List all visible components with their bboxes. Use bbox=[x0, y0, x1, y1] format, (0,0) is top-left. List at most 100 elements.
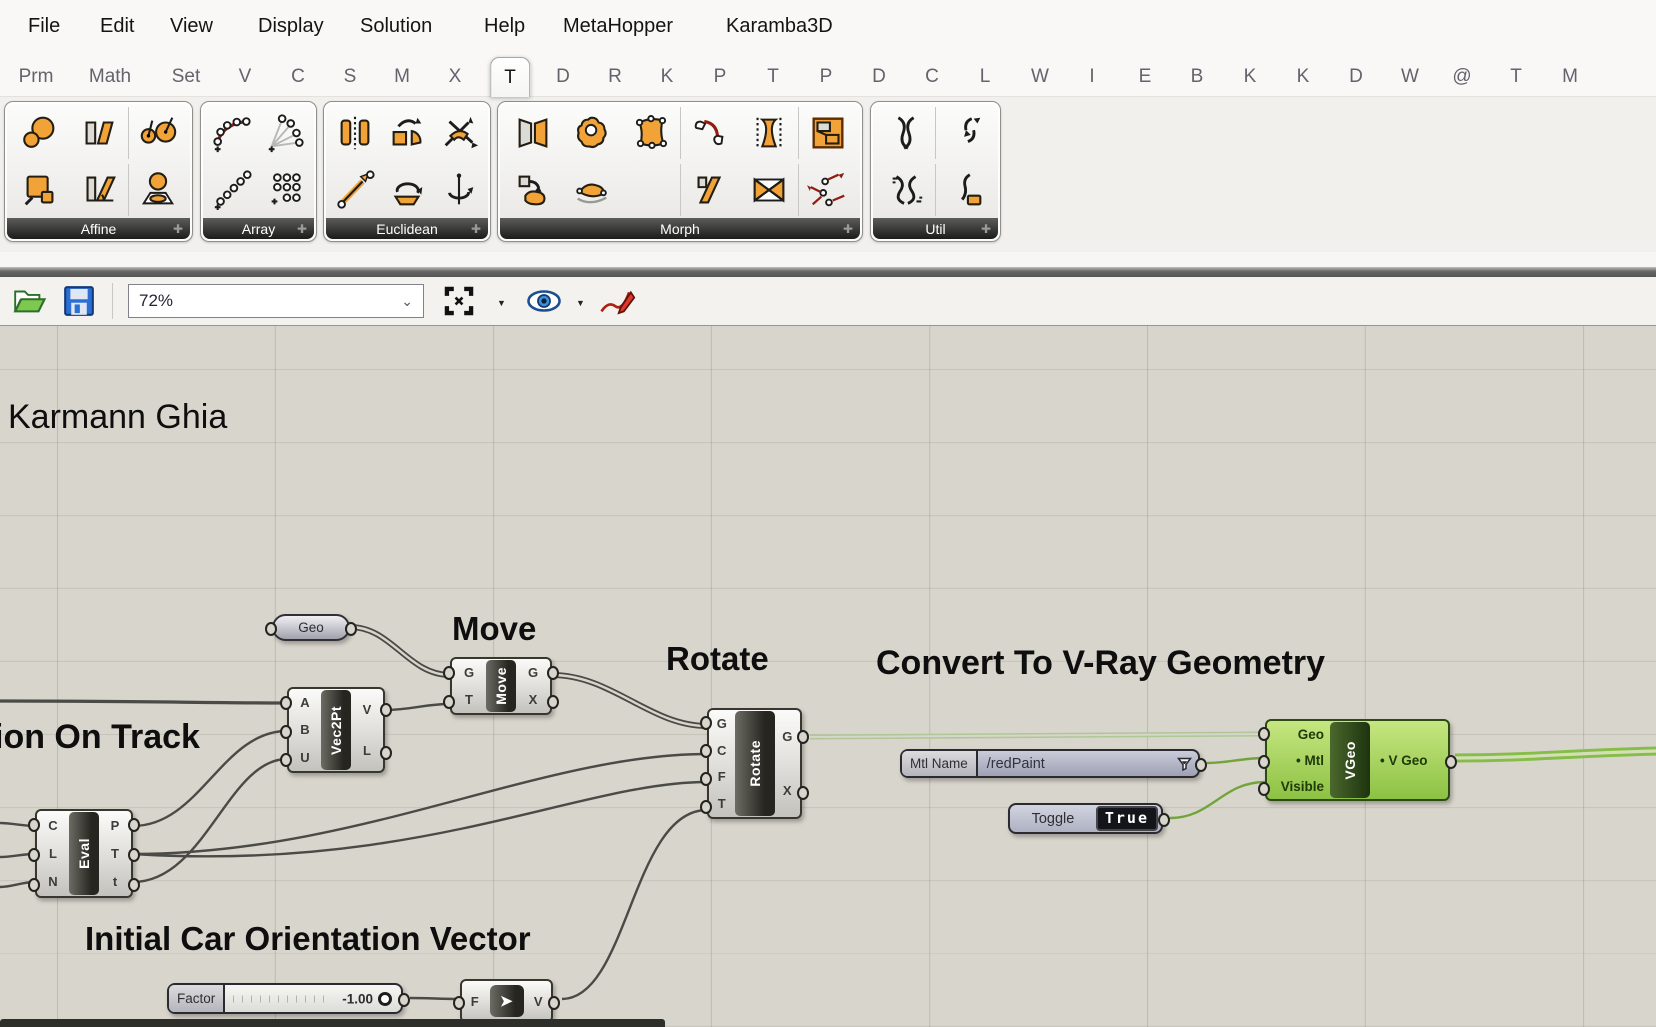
output-nub-X[interactable] bbox=[797, 786, 809, 800]
menu-karamba3d[interactable]: Karamba3D bbox=[726, 15, 833, 38]
move-component[interactable]: GTMoveGX bbox=[450, 657, 552, 715]
transform-icon[interactable] bbox=[433, 107, 485, 159]
tab-set-2[interactable]: Set bbox=[172, 57, 201, 96]
tab-v-3[interactable]: V bbox=[239, 57, 252, 96]
group-expand-icon[interactable]: ✚ bbox=[843, 222, 853, 236]
zoom-dropdown-icon[interactable]: ▼ bbox=[497, 298, 506, 308]
filter-funnel-icon[interactable] bbox=[1177, 757, 1192, 771]
splop-icon[interactable] bbox=[503, 164, 562, 216]
bend-icon[interactable] bbox=[503, 107, 562, 159]
rotate-component[interactable]: GCFTRotateGX bbox=[707, 708, 802, 819]
freeform-morph-icon[interactable] bbox=[621, 107, 680, 159]
tab-w-18[interactable]: W bbox=[1031, 57, 1049, 96]
tab-d-9[interactable]: D bbox=[556, 57, 570, 96]
toggle-value[interactable]: True bbox=[1096, 806, 1158, 831]
output-nub-T[interactable] bbox=[128, 848, 140, 862]
input-nub-A[interactable] bbox=[280, 696, 292, 710]
tab-b-21[interactable]: B bbox=[1191, 57, 1204, 96]
sketch-pen-icon[interactable] bbox=[596, 282, 638, 325]
menu-metahopper[interactable]: MetaHopper bbox=[563, 15, 673, 38]
group-expand-icon[interactable]: ✚ bbox=[471, 222, 481, 236]
input-nub-U[interactable] bbox=[280, 753, 292, 767]
save-file-icon[interactable] bbox=[60, 282, 98, 325]
point-deform-icon[interactable] bbox=[798, 164, 858, 216]
output-nub-G[interactable] bbox=[797, 730, 809, 744]
chevron-down-icon[interactable]: ⌄ bbox=[401, 285, 413, 317]
menu-help[interactable]: Help bbox=[484, 15, 525, 38]
menu-display[interactable]: Display bbox=[258, 15, 324, 38]
component-name-bar[interactable]: Move bbox=[486, 660, 516, 712]
menu-edit[interactable]: Edit bbox=[100, 15, 134, 38]
tab-c-16[interactable]: C bbox=[925, 57, 939, 96]
input-nub-Visible[interactable] bbox=[1258, 782, 1270, 796]
group-expand-icon[interactable]: ✚ bbox=[297, 222, 307, 236]
eval-component[interactable]: CLNEvalPTt bbox=[35, 809, 133, 898]
output-nub-P[interactable] bbox=[128, 818, 140, 832]
tab-l-17[interactable]: L bbox=[980, 57, 991, 96]
input-nub[interactable] bbox=[265, 622, 277, 636]
vec2pt-component[interactable]: ABUVec2PtVL bbox=[287, 687, 385, 773]
rect-array-icon[interactable] bbox=[259, 164, 312, 216]
rotate-axis-icon[interactable] bbox=[433, 164, 485, 216]
component-name-bar[interactable]: Eval bbox=[69, 812, 99, 895]
zoom-level-combo[interactable]: 72% ⌄ bbox=[128, 284, 424, 318]
input-nub-G[interactable] bbox=[443, 666, 455, 680]
curve-array-icon[interactable] bbox=[206, 107, 259, 159]
shear-angle-icon[interactable] bbox=[69, 164, 128, 216]
output-nub-V[interactable] bbox=[380, 703, 392, 717]
output-nub-VGeo[interactable] bbox=[1445, 755, 1457, 769]
slider-output-nub[interactable] bbox=[398, 993, 410, 1007]
tab-d-24[interactable]: D bbox=[1349, 57, 1363, 96]
shear-icon[interactable] bbox=[69, 107, 128, 159]
clean-tree-icon[interactable] bbox=[935, 164, 996, 216]
output-nub-V[interactable] bbox=[548, 996, 560, 1010]
vgeo-component[interactable]: Geo• MtlVisibleVGeo• V Geo bbox=[1265, 719, 1450, 801]
flip-icon[interactable] bbox=[739, 164, 798, 216]
input-nub-N[interactable] bbox=[28, 878, 40, 892]
flatten-icon[interactable] bbox=[876, 164, 936, 216]
input-nub-Mtl[interactable] bbox=[1258, 755, 1270, 769]
rotate-pivot-icon[interactable] bbox=[128, 107, 188, 159]
tab-t-27[interactable]: T bbox=[1510, 57, 1522, 96]
orient-icon[interactable] bbox=[381, 107, 433, 159]
tab-k-23[interactable]: K bbox=[1297, 57, 1310, 96]
component-name-bar[interactable]: Rotate bbox=[735, 711, 775, 816]
input-nub-G[interactable] bbox=[700, 716, 712, 730]
shear-morph-icon[interactable] bbox=[680, 164, 740, 216]
component-name-bar[interactable]: VGeo bbox=[1330, 722, 1370, 798]
output-nub[interactable] bbox=[345, 622, 357, 636]
component-name-bar[interactable]: Vec2Pt bbox=[321, 690, 351, 770]
slider-track[interactable]: -1.00 bbox=[225, 985, 401, 1012]
move-vector-icon[interactable] bbox=[329, 164, 381, 216]
mirror-icon[interactable] bbox=[329, 107, 381, 159]
box-morph-icon[interactable] bbox=[798, 107, 858, 159]
tab-k-11[interactable]: K bbox=[661, 57, 674, 96]
scale-icon[interactable] bbox=[10, 107, 69, 159]
tab-e-20[interactable]: E bbox=[1139, 57, 1152, 96]
tab-s-5[interactable]: S bbox=[344, 57, 357, 96]
tab-r-10[interactable]: R bbox=[608, 57, 622, 96]
tab-k-22[interactable]: K bbox=[1244, 57, 1257, 96]
input-nub-Geo[interactable] bbox=[1258, 727, 1270, 741]
taper-icon[interactable] bbox=[739, 107, 798, 159]
toggle-output-nub[interactable] bbox=[1158, 813, 1170, 827]
tab-p-14[interactable]: P bbox=[820, 57, 833, 96]
tab-x-7[interactable]: X bbox=[449, 57, 462, 96]
geo-param[interactable]: Geo bbox=[272, 614, 350, 641]
menu-file[interactable]: File bbox=[28, 15, 60, 38]
tab-@-26[interactable]: @ bbox=[1452, 57, 1471, 96]
output-nub-G[interactable] bbox=[547, 666, 559, 680]
menu-solution[interactable]: Solution bbox=[360, 15, 432, 38]
input-nub-F[interactable] bbox=[700, 772, 712, 786]
slider-knob[interactable] bbox=[378, 992, 392, 1006]
group-expand-icon[interactable]: ✚ bbox=[173, 222, 183, 236]
sporph-icon[interactable] bbox=[562, 164, 621, 216]
group-expand-icon[interactable]: ✚ bbox=[981, 222, 991, 236]
panel-value[interactable]: /redPaint bbox=[978, 756, 1177, 772]
grasshopper-canvas[interactable]: Mtl Name /redPaint Toggle True Factor -1… bbox=[0, 325, 1656, 1027]
tab-w-25[interactable]: W bbox=[1401, 57, 1419, 96]
input-nub-B[interactable] bbox=[280, 725, 292, 739]
tab-t-13[interactable]: T bbox=[767, 57, 779, 96]
output-nub-L[interactable] bbox=[380, 746, 392, 760]
input-nub-C[interactable] bbox=[700, 744, 712, 758]
